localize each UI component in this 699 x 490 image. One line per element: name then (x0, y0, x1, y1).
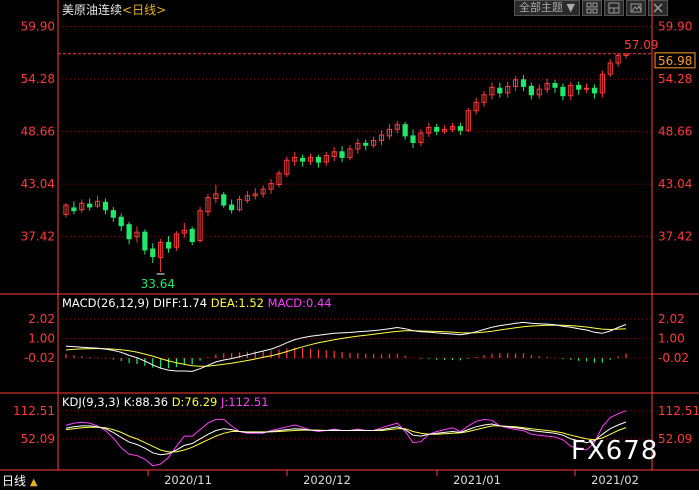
candle-body (560, 86, 566, 97)
macd-tick-right: 1.00 (658, 332, 685, 346)
price-tick-left: 43.04 (21, 177, 55, 191)
macd-tick-left: 2.02 (28, 312, 55, 326)
price-tick-left: 37.42 (21, 230, 55, 244)
price-tick-left: 48.66 (21, 125, 55, 139)
price-tick-right: 48.66 (658, 125, 692, 139)
price-tick-right: 59.90 (658, 20, 692, 34)
candle-body (87, 203, 93, 208)
macd-tick-left: -0.02 (24, 351, 55, 365)
price-tick-right: 54.28 (658, 72, 692, 86)
watermark-logo: FX678 (571, 436, 659, 466)
candle-body (110, 210, 116, 218)
date-label: 2020/11 (164, 473, 212, 487)
candle-body (528, 85, 534, 96)
candle-body (410, 135, 416, 143)
kdj-j-line (65, 410, 627, 467)
candle-body (150, 248, 156, 257)
candle-body (229, 204, 235, 211)
price-tick-right: 43.04 (658, 177, 692, 191)
chevron-up-icon: ▲ (29, 477, 38, 488)
kdj-tick-left: 112.51 (13, 404, 55, 418)
period-selector[interactable]: 日线 ▲ (2, 472, 38, 489)
candle-body (434, 126, 440, 132)
candle-body (126, 224, 132, 240)
candle-body (339, 151, 345, 158)
price-tick-right: 37.42 (658, 230, 692, 244)
date-label: 2021/01 (453, 473, 501, 487)
candle-body (142, 231, 148, 251)
candle-body (221, 194, 227, 206)
macd-tick-right: 2.02 (658, 312, 685, 326)
candle-body (189, 228, 195, 243)
candle-body (71, 207, 77, 212)
macd-diff-line (65, 321, 627, 372)
candle-body (300, 157, 306, 162)
candle-body (315, 156, 321, 163)
candle-body (165, 241, 172, 249)
candle-body (520, 79, 527, 87)
candle-body (583, 87, 590, 90)
candle-body (552, 83, 558, 88)
date-label: 2020/12 (303, 473, 351, 487)
kdj-tick-right: 112.51 (658, 404, 699, 418)
candle-body (118, 216, 124, 227)
kdj-tick-right: 52.09 (658, 432, 692, 446)
macd-dea-line (65, 324, 627, 367)
candle-body (363, 142, 369, 146)
high-marker-label: 57.09 (624, 38, 658, 52)
candle-body (591, 87, 598, 94)
chart-canvas: 59.90 59.90 54.28 54.28 48.66 48.66 43.04 43.04… (0, 0, 699, 487)
date-label: 2021/02 (591, 473, 639, 487)
candle-body (457, 126, 463, 131)
macd-tick-left: 1.00 (28, 332, 55, 346)
candle-body (402, 124, 408, 137)
price-tick-left: 54.28 (21, 72, 55, 86)
kdj-k-line (65, 421, 627, 456)
candle-body (497, 87, 503, 94)
current-price-label: 56.98 (658, 54, 692, 68)
kdj-tick-left: 52.09 (21, 432, 55, 446)
price-tick-left: 59.90 (21, 20, 55, 34)
candle-body (576, 84, 582, 90)
macd-tick-right: -0.02 (658, 351, 689, 365)
period-label: 日线 (2, 474, 27, 488)
low-marker-label: 33.64 (141, 277, 175, 291)
candle-body (102, 201, 109, 211)
